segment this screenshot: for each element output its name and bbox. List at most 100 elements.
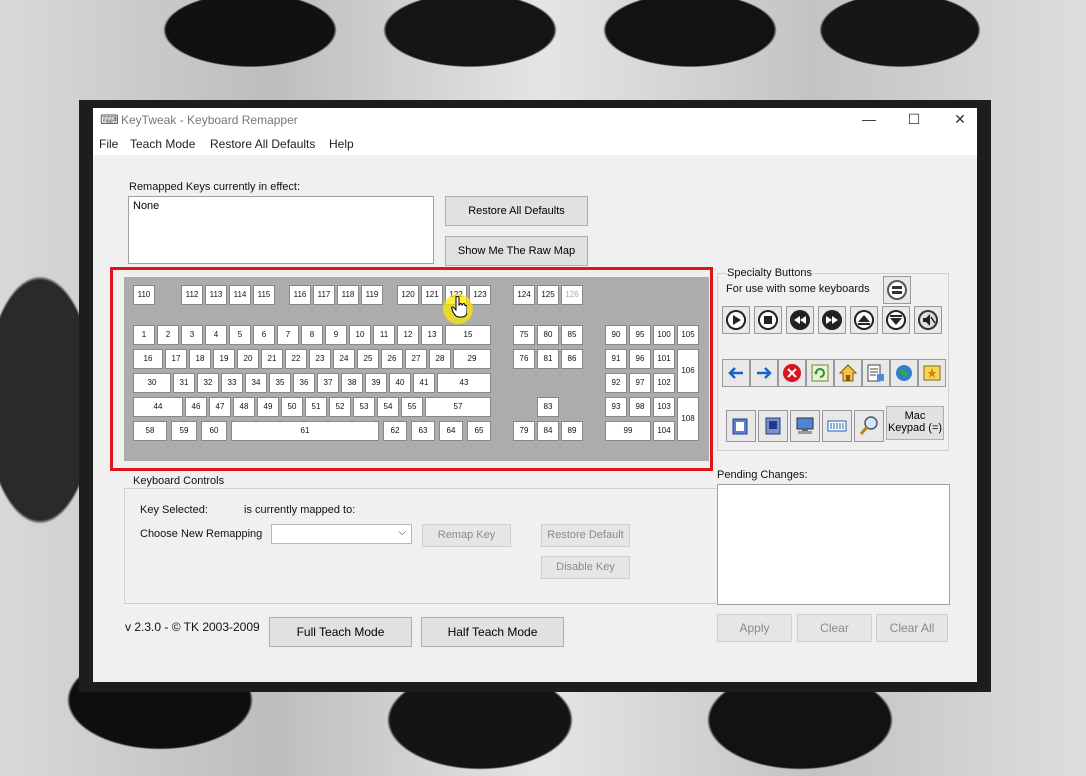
key-13[interactable]: 13 bbox=[421, 325, 443, 345]
key-126[interactable]: 126 bbox=[561, 285, 583, 305]
key-106[interactable]: 106 bbox=[677, 349, 699, 393]
stop-browser-icon[interactable] bbox=[778, 359, 806, 387]
favorites-icon[interactable] bbox=[918, 359, 946, 387]
key-63[interactable]: 63 bbox=[411, 421, 435, 441]
key-39[interactable]: 39 bbox=[365, 373, 387, 393]
full-teach-mode-button[interactable]: Full Teach Mode bbox=[269, 617, 412, 647]
computer-icon[interactable] bbox=[790, 410, 820, 442]
key-113[interactable]: 113 bbox=[205, 285, 227, 305]
apply-button[interactable]: Apply bbox=[717, 614, 792, 642]
key-80[interactable]: 80 bbox=[537, 325, 559, 345]
key-99[interactable]: 99 bbox=[605, 421, 651, 441]
key-75[interactable]: 75 bbox=[513, 325, 535, 345]
key-57[interactable]: 57 bbox=[425, 397, 491, 417]
search-document-icon[interactable] bbox=[862, 359, 890, 387]
key-2[interactable]: 2 bbox=[157, 325, 179, 345]
remap-key-button[interactable]: Remap Key bbox=[422, 524, 511, 547]
key-11[interactable]: 11 bbox=[373, 325, 395, 345]
key-15[interactable]: 15 bbox=[445, 325, 491, 345]
key-115[interactable]: 115 bbox=[253, 285, 275, 305]
key-125[interactable]: 125 bbox=[537, 285, 559, 305]
key-18[interactable]: 18 bbox=[189, 349, 211, 369]
key-23[interactable]: 23 bbox=[309, 349, 331, 369]
play-icon[interactable] bbox=[722, 306, 750, 334]
stop-icon[interactable] bbox=[754, 306, 782, 334]
my-documents-icon[interactable] bbox=[726, 410, 756, 442]
key-16[interactable]: 16 bbox=[133, 349, 163, 369]
key-48[interactable]: 48 bbox=[233, 397, 255, 417]
remapping-dropdown[interactable]: ⌵ bbox=[271, 524, 412, 544]
forward-arrow-icon[interactable] bbox=[750, 359, 778, 387]
key-51[interactable]: 51 bbox=[305, 397, 327, 417]
key-9[interactable]: 9 bbox=[325, 325, 347, 345]
key-49[interactable]: 49 bbox=[257, 397, 279, 417]
pending-changes-list[interactable] bbox=[717, 484, 950, 605]
key-98[interactable]: 98 bbox=[629, 397, 651, 417]
close-icon[interactable]: ✕ bbox=[937, 108, 983, 133]
maximize-icon[interactable]: ☐ bbox=[891, 108, 937, 133]
key-30[interactable]: 30 bbox=[133, 373, 171, 393]
key-37[interactable]: 37 bbox=[317, 373, 339, 393]
key-102[interactable]: 102 bbox=[653, 373, 675, 393]
back-arrow-icon[interactable] bbox=[722, 359, 750, 387]
key-50[interactable]: 50 bbox=[281, 397, 303, 417]
key-3[interactable]: 3 bbox=[181, 325, 203, 345]
key-32[interactable]: 32 bbox=[197, 373, 219, 393]
key-40[interactable]: 40 bbox=[389, 373, 411, 393]
key-38[interactable]: 38 bbox=[341, 373, 363, 393]
menu-restore-all-defaults[interactable]: Restore All Defaults bbox=[210, 137, 315, 151]
key-96[interactable]: 96 bbox=[629, 349, 651, 369]
key-101[interactable]: 101 bbox=[653, 349, 675, 369]
key-22[interactable]: 22 bbox=[285, 349, 307, 369]
key-116[interactable]: 116 bbox=[289, 285, 311, 305]
volume-up-icon[interactable] bbox=[850, 306, 878, 334]
web-globe-icon[interactable] bbox=[890, 359, 918, 387]
show-raw-map-button[interactable]: Show Me The Raw Map bbox=[445, 236, 588, 266]
key-29[interactable]: 29 bbox=[453, 349, 491, 369]
key-26[interactable]: 26 bbox=[381, 349, 403, 369]
key-121[interactable]: 121 bbox=[421, 285, 443, 305]
key-64[interactable]: 64 bbox=[439, 421, 463, 441]
key-55[interactable]: 55 bbox=[401, 397, 423, 417]
key-61[interactable]: 61 bbox=[231, 421, 379, 441]
key-97[interactable]: 97 bbox=[629, 373, 651, 393]
key-7[interactable]: 7 bbox=[277, 325, 299, 345]
key-35[interactable]: 35 bbox=[269, 373, 291, 393]
mute-icon[interactable] bbox=[914, 306, 942, 334]
search-magnifier-icon[interactable] bbox=[854, 410, 884, 442]
key-81[interactable]: 81 bbox=[537, 349, 559, 369]
calculator-icon[interactable] bbox=[822, 410, 852, 442]
key-34[interactable]: 34 bbox=[245, 373, 267, 393]
key-46[interactable]: 46 bbox=[185, 397, 207, 417]
key-90[interactable]: 90 bbox=[605, 325, 627, 345]
key-95[interactable]: 95 bbox=[629, 325, 651, 345]
key-1[interactable]: 1 bbox=[133, 325, 155, 345]
key-43[interactable]: 43 bbox=[437, 373, 491, 393]
key-4[interactable]: 4 bbox=[205, 325, 227, 345]
key-54[interactable]: 54 bbox=[377, 397, 399, 417]
key-59[interactable]: 59 bbox=[171, 421, 197, 441]
key-85[interactable]: 85 bbox=[561, 325, 583, 345]
key-6[interactable]: 6 bbox=[253, 325, 275, 345]
key-36[interactable]: 36 bbox=[293, 373, 315, 393]
key-60[interactable]: 60 bbox=[201, 421, 227, 441]
key-24[interactable]: 24 bbox=[333, 349, 355, 369]
key-33[interactable]: 33 bbox=[221, 373, 243, 393]
menu-teach-mode[interactable]: Teach Mode bbox=[130, 137, 195, 151]
remapped-keys-list[interactable]: None bbox=[128, 196, 434, 264]
my-computer-icon[interactable] bbox=[758, 410, 788, 442]
refresh-icon[interactable] bbox=[806, 359, 834, 387]
key-65[interactable]: 65 bbox=[467, 421, 491, 441]
fast-forward-icon[interactable] bbox=[818, 306, 846, 334]
key-105[interactable]: 105 bbox=[677, 325, 699, 345]
key-28[interactable]: 28 bbox=[429, 349, 451, 369]
key-12[interactable]: 12 bbox=[397, 325, 419, 345]
key-89[interactable]: 89 bbox=[561, 421, 583, 441]
key-19[interactable]: 19 bbox=[213, 349, 235, 369]
key-103[interactable]: 103 bbox=[653, 397, 675, 417]
clear-all-button[interactable]: Clear All bbox=[876, 614, 948, 642]
mac-keypad-button[interactable]: Mac Keypad (=) bbox=[886, 406, 944, 440]
key-31[interactable]: 31 bbox=[173, 373, 195, 393]
key-44[interactable]: 44 bbox=[133, 397, 183, 417]
rewind-icon[interactable] bbox=[786, 306, 814, 334]
